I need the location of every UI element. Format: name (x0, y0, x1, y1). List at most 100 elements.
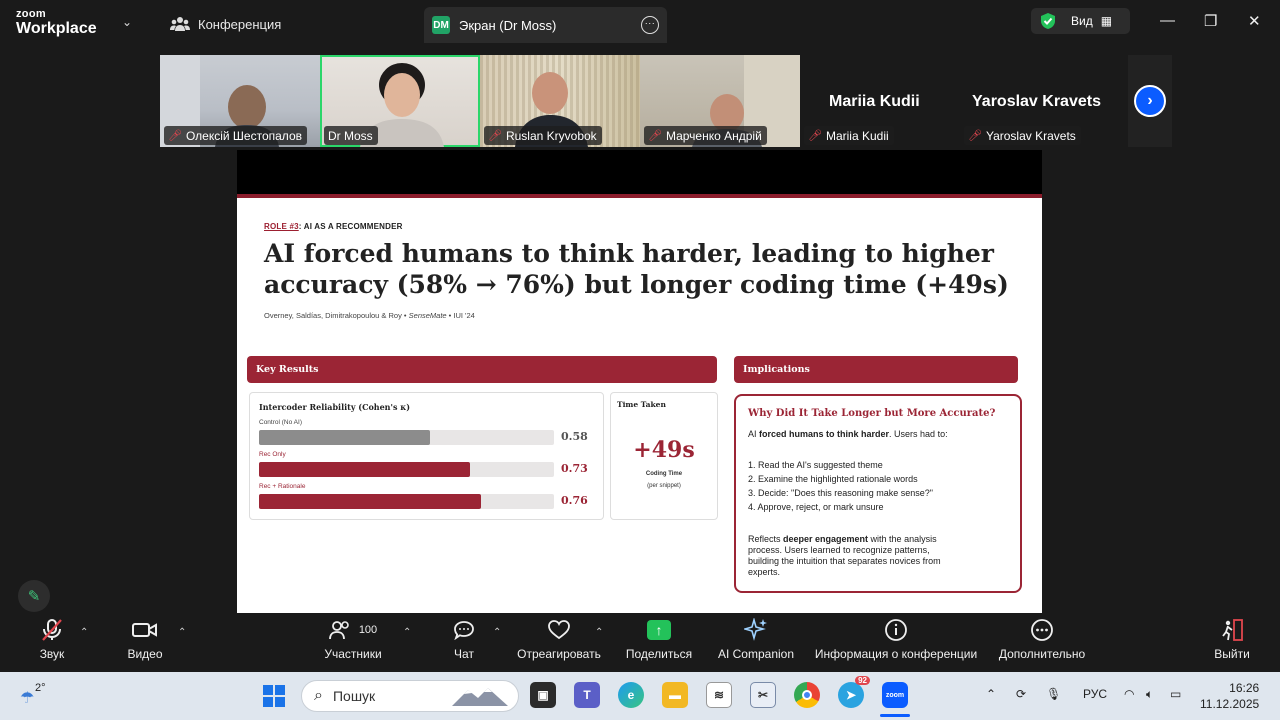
video-tile[interactable]: 🎤︎ Марченко Андрій (640, 55, 800, 147)
meeting-toolbar: Звук ⌃ Видео ⌃ 100 Участники ⌃ Чат ⌃ Отр… (0, 613, 1280, 672)
tab-screen-share[interactable]: DM Экран (Dr Moss) ··· (424, 7, 667, 43)
close-icon[interactable]: ✕ (1248, 12, 1261, 30)
participant-name-tag: 🎤︎ Марченко Андрій (644, 126, 767, 145)
windows-start-icon[interactable] (263, 685, 285, 707)
video-caret-icon[interactable]: ⌃ (178, 627, 186, 638)
tab-conference[interactable]: Конференция (170, 10, 281, 38)
ai-companion-button[interactable]: AI Companion (716, 613, 796, 672)
stock-chart-icon[interactable]: ≋ (706, 682, 732, 708)
bar-fill (259, 494, 481, 509)
leave-icon (1220, 613, 1244, 647)
role-text: : AI AS A RECOMMENDER (298, 222, 403, 231)
react-label: Отреагировать (517, 647, 601, 661)
video-label: Видео (127, 647, 163, 661)
bar-fill (259, 462, 470, 477)
authors-names: Overney, Saldías, Dimitrakopoulou & Roy … (264, 311, 409, 320)
outro-l1: with the analysis (868, 534, 937, 544)
tray-overflow-icon[interactable]: ⌃ (986, 687, 996, 701)
step-item: 3. Decide: "Does this reasoning make sen… (748, 488, 933, 498)
video-tile[interactable]: Yaroslav Kravets 🎤︎ Yaroslav Kravets (960, 55, 1120, 147)
minimize-icon[interactable]: — (1160, 12, 1175, 29)
participants-count: 100 (358, 624, 378, 636)
participant-name-tag: 🎤︎ Mariia Kudii (804, 126, 894, 145)
title-bar: zoom Workplace ⌄ Конференция DM Экран (D… (0, 0, 1280, 46)
sync-icon[interactable]: ⟳ (1016, 687, 1026, 701)
authors-line: Overney, Saldías, Dimitrakopoulou & Roy … (264, 311, 475, 320)
logo-line2: Workplace (16, 20, 97, 37)
system-clock[interactable]: 16:26 11.12.2025 (1200, 680, 1259, 712)
file-explorer-icon[interactable]: ▬ (662, 682, 688, 708)
zoom-app-icon[interactable]: zoom (882, 682, 908, 708)
task-view-icon[interactable]: ▣ (530, 682, 556, 708)
active-app-indicator (880, 714, 910, 717)
time-taken-card: Time Taken +49s Coding Time (per snippet… (610, 392, 718, 520)
participant-name-tag: 🎤︎ Ruslan Kryvobok (484, 126, 602, 145)
bar-fill (259, 430, 430, 445)
more-icon[interactable]: ··· (641, 16, 659, 34)
telegram-icon[interactable]: ➤ 92 (838, 676, 870, 708)
time-taken-sub2: (per snippet) (647, 483, 681, 489)
implications-intro: AI forced humans to think harder. Users … (748, 429, 948, 440)
leave-button[interactable]: Выйти (1212, 613, 1252, 672)
participant-big-name: Mariia Kudii (829, 93, 920, 110)
battery-icon[interactable]: ▭ (1170, 687, 1181, 701)
video-tile[interactable]: Mariia Kudii 🎤︎ Mariia Kudii (800, 55, 960, 147)
next-page-arrow-icon[interactable]: › (1134, 85, 1166, 117)
chat-caret-icon[interactable]: ⌃ (493, 627, 501, 638)
react-button[interactable]: Отреагировать (516, 613, 602, 672)
audio-label: Звук (39, 647, 65, 661)
people-icon (170, 17, 190, 31)
share-label: Поделиться (625, 647, 693, 661)
teams-icon[interactable]: T (574, 682, 600, 708)
chevron-down-icon[interactable]: ⌄ (122, 15, 132, 29)
reliability-card: Intercoder Reliability (Cohen's κ) Contr… (249, 392, 604, 520)
bar-track (259, 494, 554, 509)
outro-pre: Reflects (748, 534, 784, 544)
umbrella-icon: ☂ (20, 690, 35, 707)
zoom-app-label: zoom (885, 691, 905, 699)
mic-muted-icon: 🎤︎ (488, 130, 502, 142)
mic-tray-icon[interactable]: 🎙︎ (1046, 687, 1061, 701)
avatar: DM (432, 16, 450, 34)
more-button[interactable]: Дополнительно (996, 613, 1088, 672)
chrome-icon[interactable] (794, 682, 820, 708)
audio-caret-icon[interactable]: ⌃ (80, 627, 88, 638)
camera-icon (132, 613, 158, 647)
video-tile-active[interactable]: Dr Moss (320, 55, 480, 147)
zoom-logo[interactable]: zoom Workplace (16, 9, 97, 37)
taskbar-search[interactable]: ⌕ Пошук (301, 680, 519, 712)
video-button[interactable]: Видео (120, 613, 170, 672)
time-taken-title: Time Taken (617, 400, 666, 409)
participants-caret-icon[interactable]: ⌃ (403, 627, 411, 638)
key-results-header: Key Results (247, 356, 717, 383)
meeting-info-button[interactable]: Информация о конференции (810, 613, 982, 672)
bar-track (259, 462, 554, 477)
audio-button[interactable]: Звук (30, 613, 74, 672)
slide-headline: AI forced humans to think harder, leadin… (264, 239, 1009, 299)
implications-heading: Why Did It Take Longer but More Accurate… (748, 408, 996, 419)
language-indicator[interactable]: РУС (1083, 687, 1107, 701)
participants-icon: 100 (328, 613, 378, 647)
annotate-pen-icon[interactable]: ✎ (18, 580, 50, 612)
chat-button[interactable]: Чат (446, 613, 482, 672)
step-item: 4. Approve, reject, or mark unsure (748, 502, 884, 512)
step-item: 1. Read the AI's suggested theme (748, 460, 883, 470)
snipping-tool-icon[interactable]: ✂ (750, 682, 776, 708)
wifi-icon[interactable]: ◠ (1124, 687, 1134, 701)
video-tile[interactable]: 🎤︎ Ruslan Kryvobok (480, 55, 640, 147)
participant-name: Dr Moss (328, 128, 373, 143)
share-button[interactable]: ↑ Поделиться (624, 613, 694, 672)
video-tile[interactable]: 🎤︎ Олексій Шестопалов (160, 55, 320, 147)
intro-bold: forced humans to think harder (759, 429, 890, 439)
view-button[interactable]: Вид ▦ (1031, 8, 1130, 34)
volume-icon[interactable]: 🔈︎ (1146, 687, 1153, 702)
participant-name: Ruslan Kryvobok (505, 128, 597, 143)
participant-name-tag: Dr Moss (324, 126, 378, 145)
participant-strip: 🎤︎ Олексій Шестопалов Dr Moss 🎤︎ Ruslan Kr… (160, 55, 1172, 147)
participant-name: Марченко Андрій (665, 128, 762, 143)
restore-icon[interactable]: ❐ (1204, 12, 1217, 30)
edge-icon[interactable]: e (618, 682, 644, 708)
react-caret-icon[interactable]: ⌃ (595, 627, 603, 638)
participants-button[interactable]: 100 Участники (318, 613, 388, 672)
info-icon (884, 613, 908, 647)
